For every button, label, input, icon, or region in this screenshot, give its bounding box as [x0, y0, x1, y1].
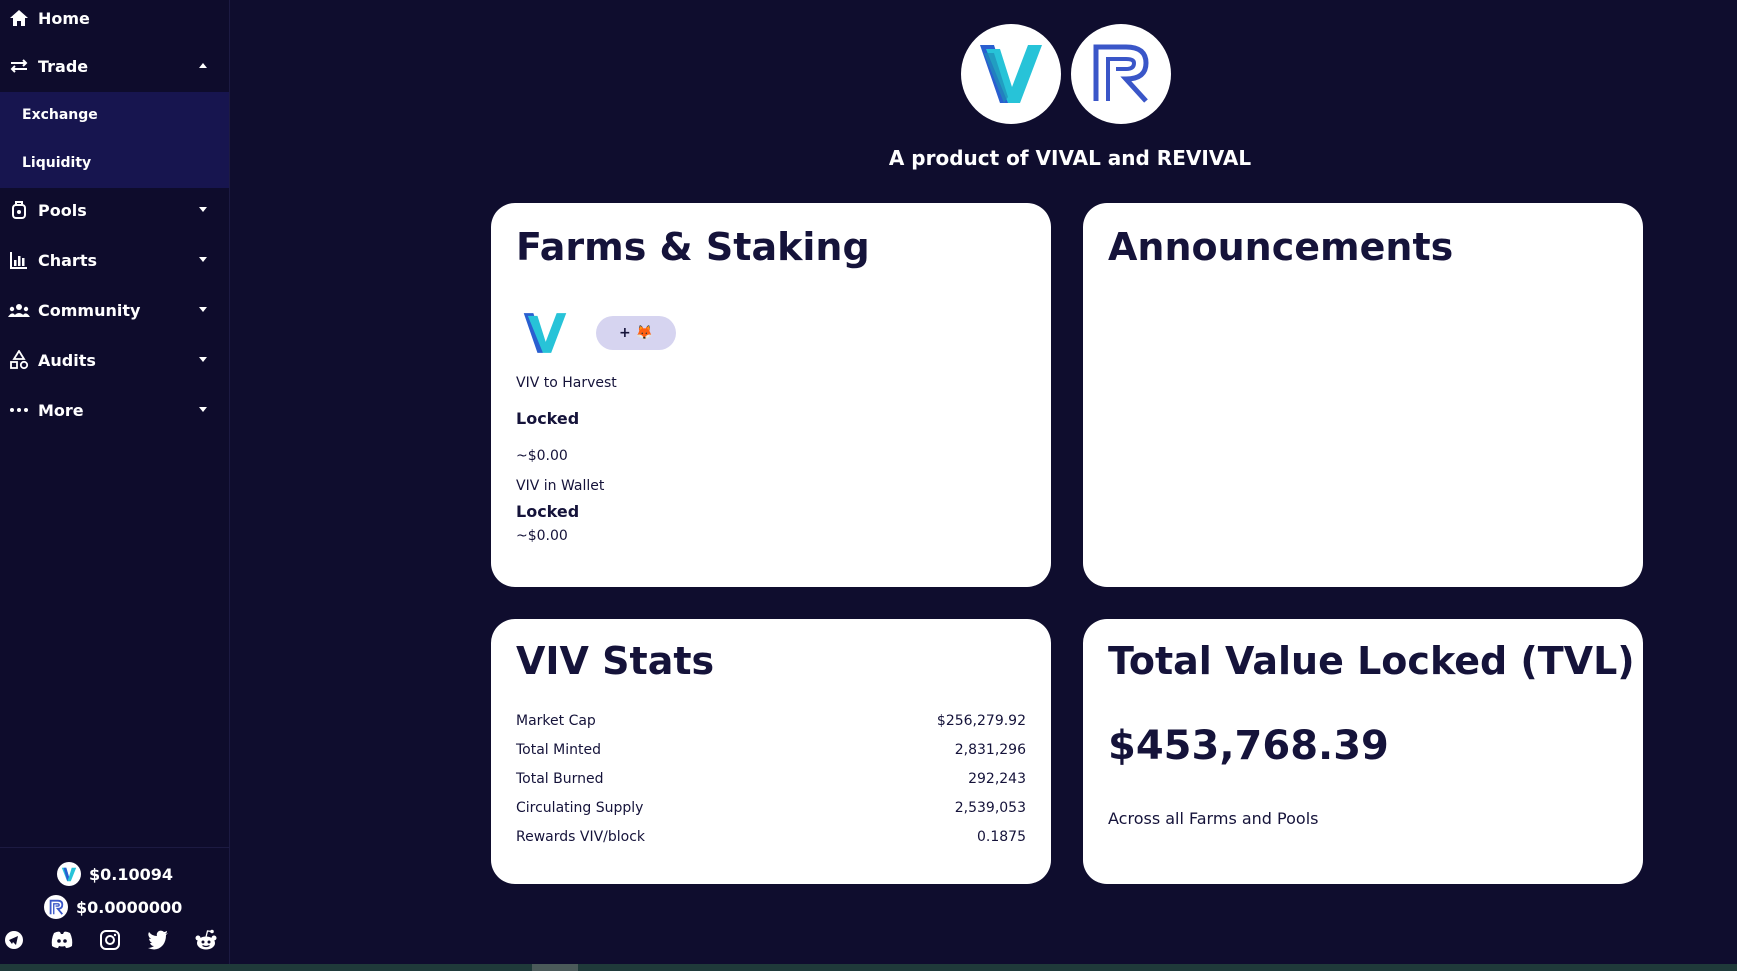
twitter-icon[interactable] [146, 928, 170, 952]
hero-tagline: A product of VIVAL and REVIVAL [888, 146, 1252, 170]
stat-value: $256,279.92 [936, 713, 1026, 729]
audits-icon [8, 349, 30, 371]
reddit-icon[interactable] [194, 928, 218, 952]
sidebar-item-trade[interactable]: Trade [0, 46, 229, 86]
rvl-coin-icon [44, 895, 68, 919]
chevron-down-icon [199, 207, 207, 212]
sidebar-item-pools[interactable]: Pools [0, 190, 229, 230]
stat-row: Total Minted 2,831,296 [516, 742, 1026, 758]
stat-row: Market Cap $256,279.92 [516, 713, 1026, 729]
sidebar-item-label: Trade [38, 56, 89, 76]
revival-logo-icon [1093, 44, 1149, 103]
viv-price[interactable]: $0.10094 [57, 862, 173, 886]
wallet-label: VIV in Wallet [516, 478, 605, 494]
sidebar-item-label: Charts [38, 250, 97, 270]
sidebar-item-label: Community [38, 300, 141, 320]
chevron-down-icon [199, 257, 207, 262]
submenu-item-liquidity[interactable]: Liquidity [22, 155, 91, 171]
sidebar-item-more[interactable]: More [0, 390, 229, 430]
stat-label: Rewards VIV/block [516, 829, 646, 845]
stat-label: Market Cap [516, 713, 596, 729]
stat-value: 292,243 [968, 771, 1026, 787]
sidebar-footer: $0.10094 $0.0000000 [0, 847, 229, 971]
stat-value: 2,831,296 [954, 742, 1026, 758]
card-title: Farms & Staking [516, 225, 870, 269]
stat-label: Circulating Supply [516, 800, 644, 816]
swap-icon [8, 55, 30, 77]
rvl-price-value: $0.0000000 [76, 897, 183, 917]
sidebar-item-label: Pools [38, 200, 87, 220]
pools-icon [8, 199, 30, 221]
discord-icon[interactable] [50, 928, 74, 952]
vival-logo-icon [980, 45, 1042, 103]
wallet-value: Locked [516, 502, 580, 521]
scrollbar-thumb[interactable] [532, 964, 578, 971]
card-title: VIV Stats [516, 639, 715, 683]
stat-value: 2,539,053 [954, 800, 1026, 816]
vival-logo [961, 24, 1061, 124]
chevron-down-icon [199, 407, 207, 412]
stat-label: Total Burned [516, 771, 604, 787]
harvest-value: Locked [516, 409, 580, 428]
viv-price-value: $0.10094 [89, 864, 174, 884]
sidebar: Home Trade Exchange Liquidity Pools Char… [0, 0, 230, 971]
home-icon [8, 7, 30, 29]
add-to-metamask-button[interactable]: + 🦊 [596, 316, 676, 350]
stat-label: Total Minted [516, 742, 601, 758]
stat-value: 0.1875 [977, 829, 1026, 845]
tvl-caption: Across all Farms and Pools [1108, 809, 1319, 828]
tvl-card: Total Value Locked (TVL) $453,768.39 Acr… [1083, 619, 1643, 884]
viv-token-icon [521, 308, 569, 358]
horizontal-scrollbar[interactable] [0, 964, 1737, 971]
stat-row: Circulating Supply 2,539,053 [516, 800, 1026, 816]
tvl-value: $453,768.39 [1108, 723, 1389, 769]
sidebar-item-audits[interactable]: Audits [0, 340, 229, 380]
sidebar-item-charts[interactable]: Charts [0, 240, 229, 280]
harvest-label: VIV to Harvest [516, 375, 617, 391]
instagram-icon[interactable] [98, 928, 122, 952]
social-links [2, 928, 228, 958]
sidebar-item-community[interactable]: Community [0, 290, 229, 330]
chevron-up-icon [199, 63, 207, 68]
chevron-down-icon [199, 307, 207, 312]
submenu-item-exchange[interactable]: Exchange [22, 107, 98, 123]
trade-submenu: Exchange Liquidity [0, 92, 229, 188]
revival-logo [1071, 24, 1171, 124]
announcements-card: Announcements [1083, 203, 1643, 587]
card-title: Total Value Locked (TVL) [1108, 639, 1635, 683]
community-icon [8, 299, 30, 321]
harvest-usd: ~$0.00 [516, 448, 568, 464]
viv-coin-icon [57, 862, 81, 886]
sidebar-item-label: Home [38, 8, 90, 28]
farms-staking-card: Farms & Staking + 🦊 VIV to Harvest Locke… [491, 203, 1051, 587]
wallet-usd: ~$0.00 [516, 528, 568, 544]
chart-icon [8, 249, 30, 271]
card-title: Announcements [1108, 225, 1454, 269]
sidebar-item-label: Audits [38, 350, 96, 370]
sidebar-item-label: More [38, 400, 84, 420]
stat-row: Total Burned 292,243 [516, 771, 1026, 787]
chevron-down-icon [199, 357, 207, 362]
rvl-price[interactable]: $0.0000000 [44, 895, 182, 919]
viv-stats-card: VIV Stats Market Cap $256,279.92 Total M… [491, 619, 1051, 884]
telegram-icon[interactable] [2, 928, 26, 952]
sidebar-item-home[interactable]: Home [0, 0, 229, 38]
stat-row: Rewards VIV/block 0.1875 [516, 829, 1026, 845]
more-icon [8, 399, 30, 421]
